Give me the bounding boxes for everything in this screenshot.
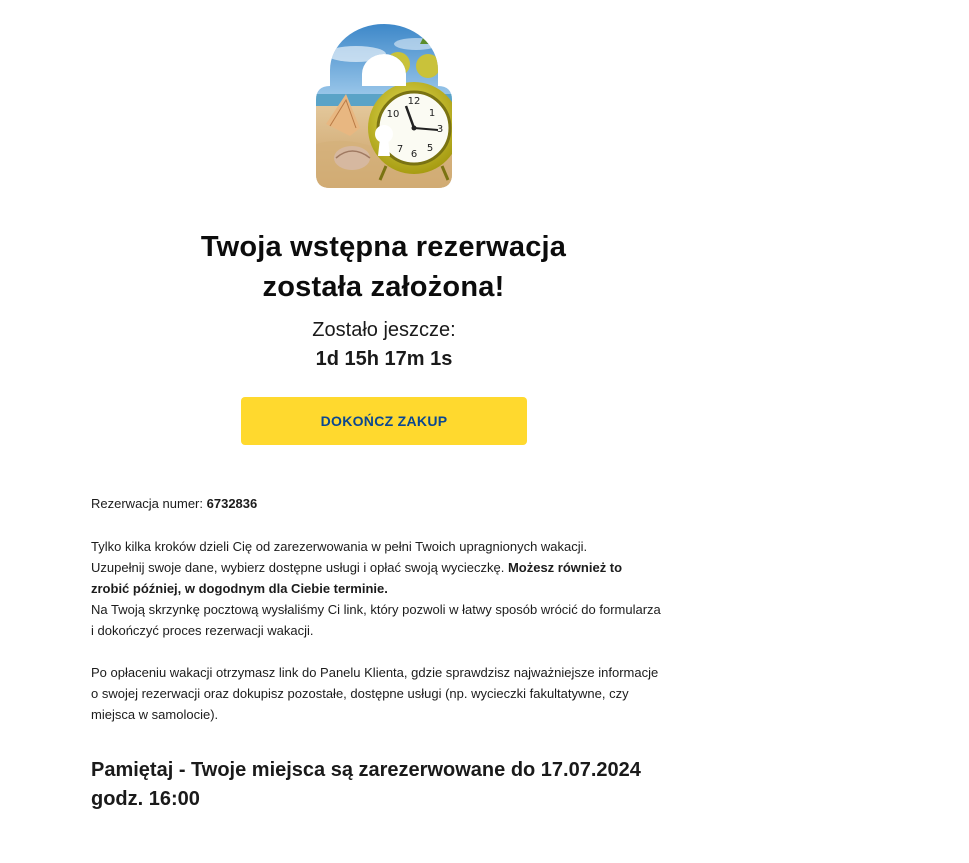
reservation-number-line: Rezerwacja numer: 6732836	[91, 493, 661, 514]
page-title: Twoja wstępna rezerwacja została założon…	[150, 227, 617, 307]
countdown-label: Zostało jeszcze:	[312, 319, 456, 341]
reservation-info: Rezerwacja numer: 6732836 Tylko kilka kr…	[91, 493, 661, 746]
svg-text:1: 1	[429, 108, 435, 119]
info-paragraph-2: Po opłaceniu wakacji otrzymasz link do P…	[91, 665, 659, 722]
svg-text:10: 10	[387, 109, 400, 120]
info-p1-line1: Tylko kilka kroków dzieli Cię od zarezer…	[91, 539, 588, 554]
svg-text:6: 6	[411, 149, 417, 160]
title-line-1: Twoja wstępna rezerwacja	[200, 231, 567, 264]
reservation-number-label: Rezerwacja numer:	[91, 496, 203, 511]
svg-text:12: 12	[408, 96, 421, 107]
countdown: Zostało jeszcze: 1d 15h 17m 1s	[234, 316, 534, 374]
svg-text:5: 5	[427, 143, 433, 154]
reservation-deadline-notice: Pamiętaj - Twoje miejsca są zarezerwowan…	[91, 759, 641, 810]
info-p1-line2: Uzupełnij swoje dane, wybierz dostępne u…	[91, 560, 505, 575]
title-line-2: została założona!	[262, 271, 505, 304]
complete-purchase-button[interactable]: DOKOŃCZ ZAKUP	[241, 397, 527, 445]
info-paragraph-1: Tylko kilka kroków dzieli Cię od zarezer…	[91, 536, 661, 641]
lock-beach-image: 12 1 3 5 6 7 9 10	[316, 24, 452, 188]
svg-text:7: 7	[397, 144, 403, 155]
reservation-number: 6732836	[206, 496, 258, 511]
countdown-value: 1d 15h 17m 1s	[315, 348, 453, 370]
info-p1-line3: Na Twoją skrzynkę pocztową wysłaliśmy Ci…	[91, 602, 661, 638]
